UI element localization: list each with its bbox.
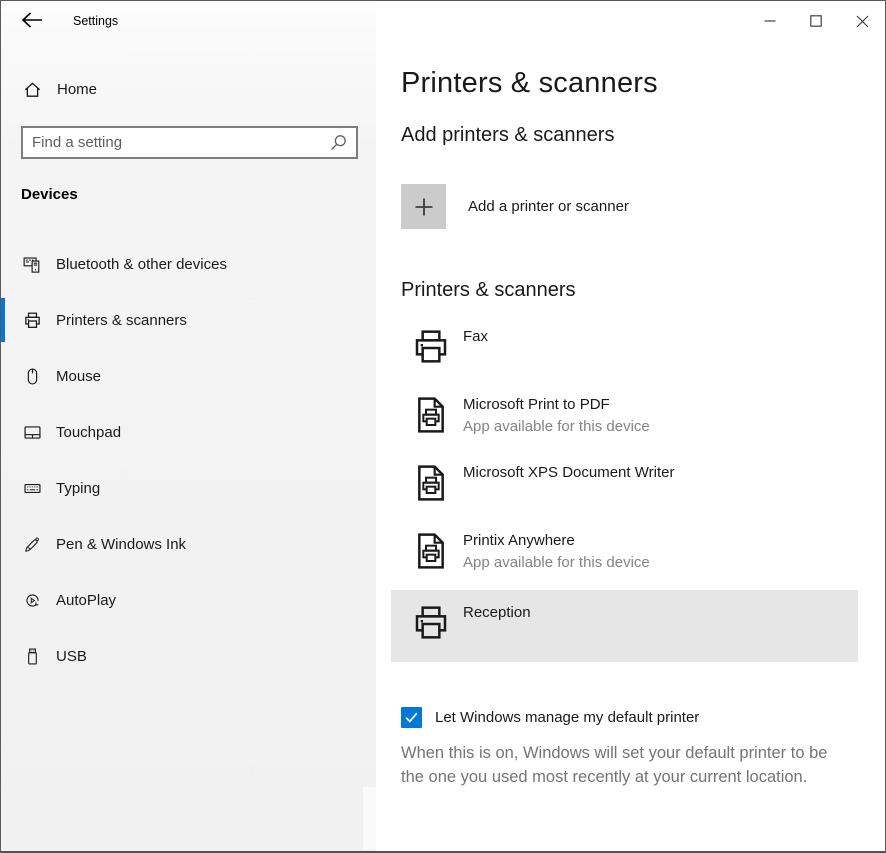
pen-icon [23,535,42,554]
plus-icon [412,195,436,219]
sidebar-item-printers[interactable]: Printers & scanners [1,292,376,348]
printer-name: Reception [463,604,531,621]
default-printer-checkbox-row[interactable]: Let Windows manage my default printer [401,707,885,728]
back-button[interactable] [15,8,49,34]
default-printer-description: When this is on, Windows will set your d… [401,741,853,789]
printer-list: Fax Microsoft Print to PDF App available… [391,318,858,662]
touchpad-icon [23,423,42,442]
document-printer-icon [411,531,451,571]
search-input[interactable] [32,134,330,151]
window-controls [747,1,885,41]
titlebar: Settings [1,1,885,41]
printer-icon [411,603,451,643]
sidebar-item-bluetooth[interactable]: Bluetooth & other devices [1,236,376,292]
close-icon [856,15,869,28]
usb-icon [23,647,42,666]
sidebar-item-label: Mouse [56,368,101,385]
sidebar-item-label: Pen & Windows Ink [56,536,186,553]
autoplay-icon [23,591,42,610]
printer-row-printix[interactable]: Printix Anywhere App available for this … [391,522,858,590]
add-square [401,184,446,229]
printer-name: Microsoft XPS Document Writer [463,464,674,481]
printer-icon [23,311,42,330]
printer-status: App available for this device [463,418,650,435]
maximize-button[interactable] [793,1,839,41]
printer-name: Printix Anywhere [463,532,650,549]
sidebar-item-autoplay[interactable]: AutoPlay [1,572,376,628]
sidebar-section-header: Devices [21,186,78,203]
printer-row-fax[interactable]: Fax [391,318,858,386]
back-arrow-icon [20,10,44,30]
minimize-button[interactable] [747,1,793,41]
printer-name: Microsoft Print to PDF [463,396,650,413]
sidebar-item-home[interactable]: Home [1,69,376,109]
add-section-heading: Add printers & scanners [401,124,885,147]
sidebar-item-label: AutoPlay [56,592,116,609]
page-title: Printers & scanners [401,67,885,100]
sidebar: Home Devices Bluetooth & other devices [1,1,376,851]
main-content: Printers & scanners Add printers & scann… [376,41,885,851]
sidebar-item-label: Bluetooth & other devices [56,256,227,273]
close-button[interactable] [839,1,885,41]
window-title: Settings [73,14,118,28]
sidebar-item-mouse[interactable]: Mouse [1,348,376,404]
add-printer-label: Add a printer or scanner [468,198,629,215]
checkmark-icon [404,710,419,725]
search-icon [330,134,347,151]
document-printer-icon [411,463,451,503]
default-printer-section: Let Windows manage my default printer Wh… [401,707,885,789]
sidebar-item-pen[interactable]: Pen & Windows Ink [1,516,376,572]
sidebar-item-typing[interactable]: Typing [1,460,376,516]
sidebar-item-label: Typing [56,480,100,497]
printer-row-print-to-pdf[interactable]: Microsoft Print to PDF App available for… [391,386,858,454]
default-printer-checkbox-label: Let Windows manage my default printer [435,709,699,726]
keyboard-icon [23,479,42,498]
sidebar-nav: Bluetooth & other devices Printers & sca… [1,236,376,684]
devices-icon [23,255,42,274]
search-box[interactable] [21,126,358,159]
printer-name: Fax [463,328,488,345]
printer-row-reception[interactable]: Reception [391,590,858,662]
add-printer-button[interactable]: Add a printer or scanner [391,184,858,229]
home-icon [23,80,42,99]
sidebar-item-usb[interactable]: USB [1,628,376,684]
maximize-icon [810,15,822,27]
home-label: Home [57,81,97,98]
minimize-icon [764,15,776,27]
sidebar-item-label: USB [56,648,87,665]
settings-window: Home Devices Bluetooth & other devices [0,0,886,853]
mouse-icon [23,367,42,386]
printer-row-xps-writer[interactable]: Microsoft XPS Document Writer [391,454,858,522]
printers-section-heading: Printers & scanners [401,279,885,302]
document-printer-icon [411,395,451,435]
sidebar-scrollbar[interactable] [363,787,376,849]
sidebar-item-label: Printers & scanners [56,312,187,329]
printer-icon [411,327,451,367]
printer-status: App available for this device [463,554,650,571]
sidebar-item-label: Touchpad [56,424,121,441]
sidebar-item-touchpad[interactable]: Touchpad [1,404,376,460]
default-printer-checkbox[interactable] [401,707,422,728]
